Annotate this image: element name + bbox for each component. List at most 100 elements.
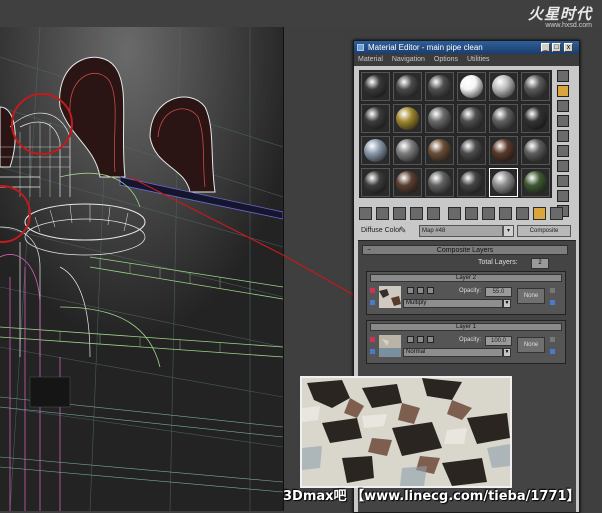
mask-button[interactable]: None [517, 337, 545, 353]
put-to-library-icon[interactable] [465, 207, 478, 220]
select-by-material-icon[interactable] [557, 190, 569, 202]
reset-map-icon[interactable] [410, 207, 423, 220]
video-check-icon[interactable] [557, 145, 569, 157]
material-slot[interactable] [361, 104, 390, 133]
material-slot[interactable] [393, 72, 422, 101]
visibility-icon[interactable] [370, 288, 375, 293]
layer-panel-2: Layer 2 Opacity: 55.0 Multiply ▼ None [366, 271, 566, 315]
uv-tiling-icon[interactable] [557, 130, 569, 142]
backlight-icon[interactable] [557, 100, 569, 112]
material-slot[interactable] [361, 72, 390, 101]
material-slot[interactable] [361, 168, 390, 197]
material-slot[interactable] [393, 104, 422, 133]
options-icon[interactable] [557, 175, 569, 187]
material-sphere-icon [524, 139, 547, 162]
visibility-icon[interactable] [370, 337, 375, 342]
map-name-dropdown[interactable]: ▾ [503, 225, 514, 237]
map-icon[interactable] [370, 300, 375, 305]
blend-mode-select[interactable]: Multiply [403, 299, 503, 308]
layer-title[interactable]: Layer 1 [370, 323, 562, 331]
material-effects-channel-icon[interactable] [482, 207, 495, 220]
3d-viewport[interactable] [0, 27, 284, 511]
material-slot[interactable] [489, 168, 518, 197]
material-sphere-icon [492, 139, 515, 162]
assign-to-selection-icon[interactable] [393, 207, 406, 220]
mask-map-icon[interactable] [550, 349, 555, 354]
layer-title[interactable]: Layer 2 [370, 274, 562, 282]
total-layers-field[interactable]: 2 [531, 258, 549, 269]
material-slot[interactable] [489, 136, 518, 165]
sample-type-icon[interactable] [557, 85, 569, 97]
map-type-button[interactable]: Composite [517, 225, 571, 237]
copy-material-icon[interactable] [427, 207, 440, 220]
material-sphere-icon [428, 107, 451, 130]
duplicate-layer-button[interactable] [427, 287, 434, 294]
duplicate-layer-button[interactable] [427, 336, 434, 343]
mask-visibility-icon[interactable] [550, 288, 555, 293]
material-slot[interactable] [425, 104, 454, 133]
material-sphere-icon [396, 107, 419, 130]
close-button[interactable]: x [564, 43, 573, 52]
material-sphere-icon [364, 139, 387, 162]
blend-mode-select[interactable]: Normal [403, 348, 503, 357]
put-to-scene-icon[interactable] [376, 207, 389, 220]
sphere-icon[interactable] [557, 70, 569, 82]
material-slot[interactable] [521, 104, 550, 133]
minimize-button[interactable]: _ [541, 43, 550, 52]
material-slot[interactable] [361, 136, 390, 165]
material-sphere-icon [428, 75, 451, 98]
menu-utilities[interactable]: Utilities [467, 56, 490, 63]
material-slot[interactable] [521, 168, 550, 197]
material-slot[interactable] [457, 168, 486, 197]
show-end-result-icon[interactable] [516, 207, 529, 220]
material-slot[interactable] [425, 72, 454, 101]
material-sphere-icon [460, 171, 483, 194]
material-slot[interactable] [393, 136, 422, 165]
get-material-icon[interactable] [359, 207, 372, 220]
material-slot[interactable] [489, 72, 518, 101]
composite-layers-rollout[interactable]: − Composite Layers [362, 245, 568, 255]
material-slot[interactable] [457, 136, 486, 165]
material-slot[interactable] [457, 72, 486, 101]
material-sphere-icon [428, 171, 451, 194]
go-forward-icon[interactable] [550, 207, 563, 220]
blend-dropdown-icon[interactable]: ▼ [503, 348, 511, 357]
go-to-parent-icon[interactable] [533, 207, 546, 220]
total-layers-label: Total Layers: [478, 259, 518, 266]
make-unique-icon[interactable] [448, 207, 461, 220]
material-slot[interactable] [521, 72, 550, 101]
opacity-field[interactable]: 55.0 [485, 287, 512, 297]
viewport-wireframe [0, 27, 283, 511]
layer-thumbnail[interactable] [379, 286, 401, 308]
rename-layer-button[interactable] [407, 336, 414, 343]
make-preview-icon[interactable] [557, 160, 569, 172]
mask-map-icon[interactable] [550, 300, 555, 305]
mask-button[interactable]: None [517, 288, 545, 304]
material-slot[interactable] [393, 168, 422, 197]
delete-layer-button[interactable] [417, 287, 424, 294]
peeling-paint-texture [302, 378, 510, 486]
menu-material[interactable]: Material [358, 56, 383, 63]
mask-visibility-icon[interactable] [550, 337, 555, 342]
show-map-icon[interactable] [499, 207, 512, 220]
layer-thumbnail[interactable] [379, 335, 401, 357]
material-slot[interactable] [521, 136, 550, 165]
opacity-label: Opacity: [459, 288, 482, 294]
opacity-field[interactable]: 100.0 [485, 336, 512, 346]
maximize-button[interactable]: □ [552, 43, 561, 52]
eyedropper-icon[interactable]: ✎ [399, 225, 409, 236]
rename-layer-button[interactable] [407, 287, 414, 294]
material-sphere-icon [396, 171, 419, 194]
menu-navigation[interactable]: Navigation [392, 56, 425, 63]
material-slot[interactable] [457, 104, 486, 133]
title-bar[interactable]: Material Editor - main pipe clean _ □ x [354, 41, 579, 54]
blend-dropdown-icon[interactable]: ▼ [503, 299, 511, 308]
checker-background-icon[interactable] [557, 115, 569, 127]
map-name-field[interactable]: Map #48 [419, 225, 503, 237]
map-icon[interactable] [370, 349, 375, 354]
material-slot[interactable] [489, 104, 518, 133]
menu-options[interactable]: Options [434, 56, 458, 63]
delete-layer-button[interactable] [417, 336, 424, 343]
material-slot[interactable] [425, 168, 454, 197]
material-slot[interactable] [425, 136, 454, 165]
